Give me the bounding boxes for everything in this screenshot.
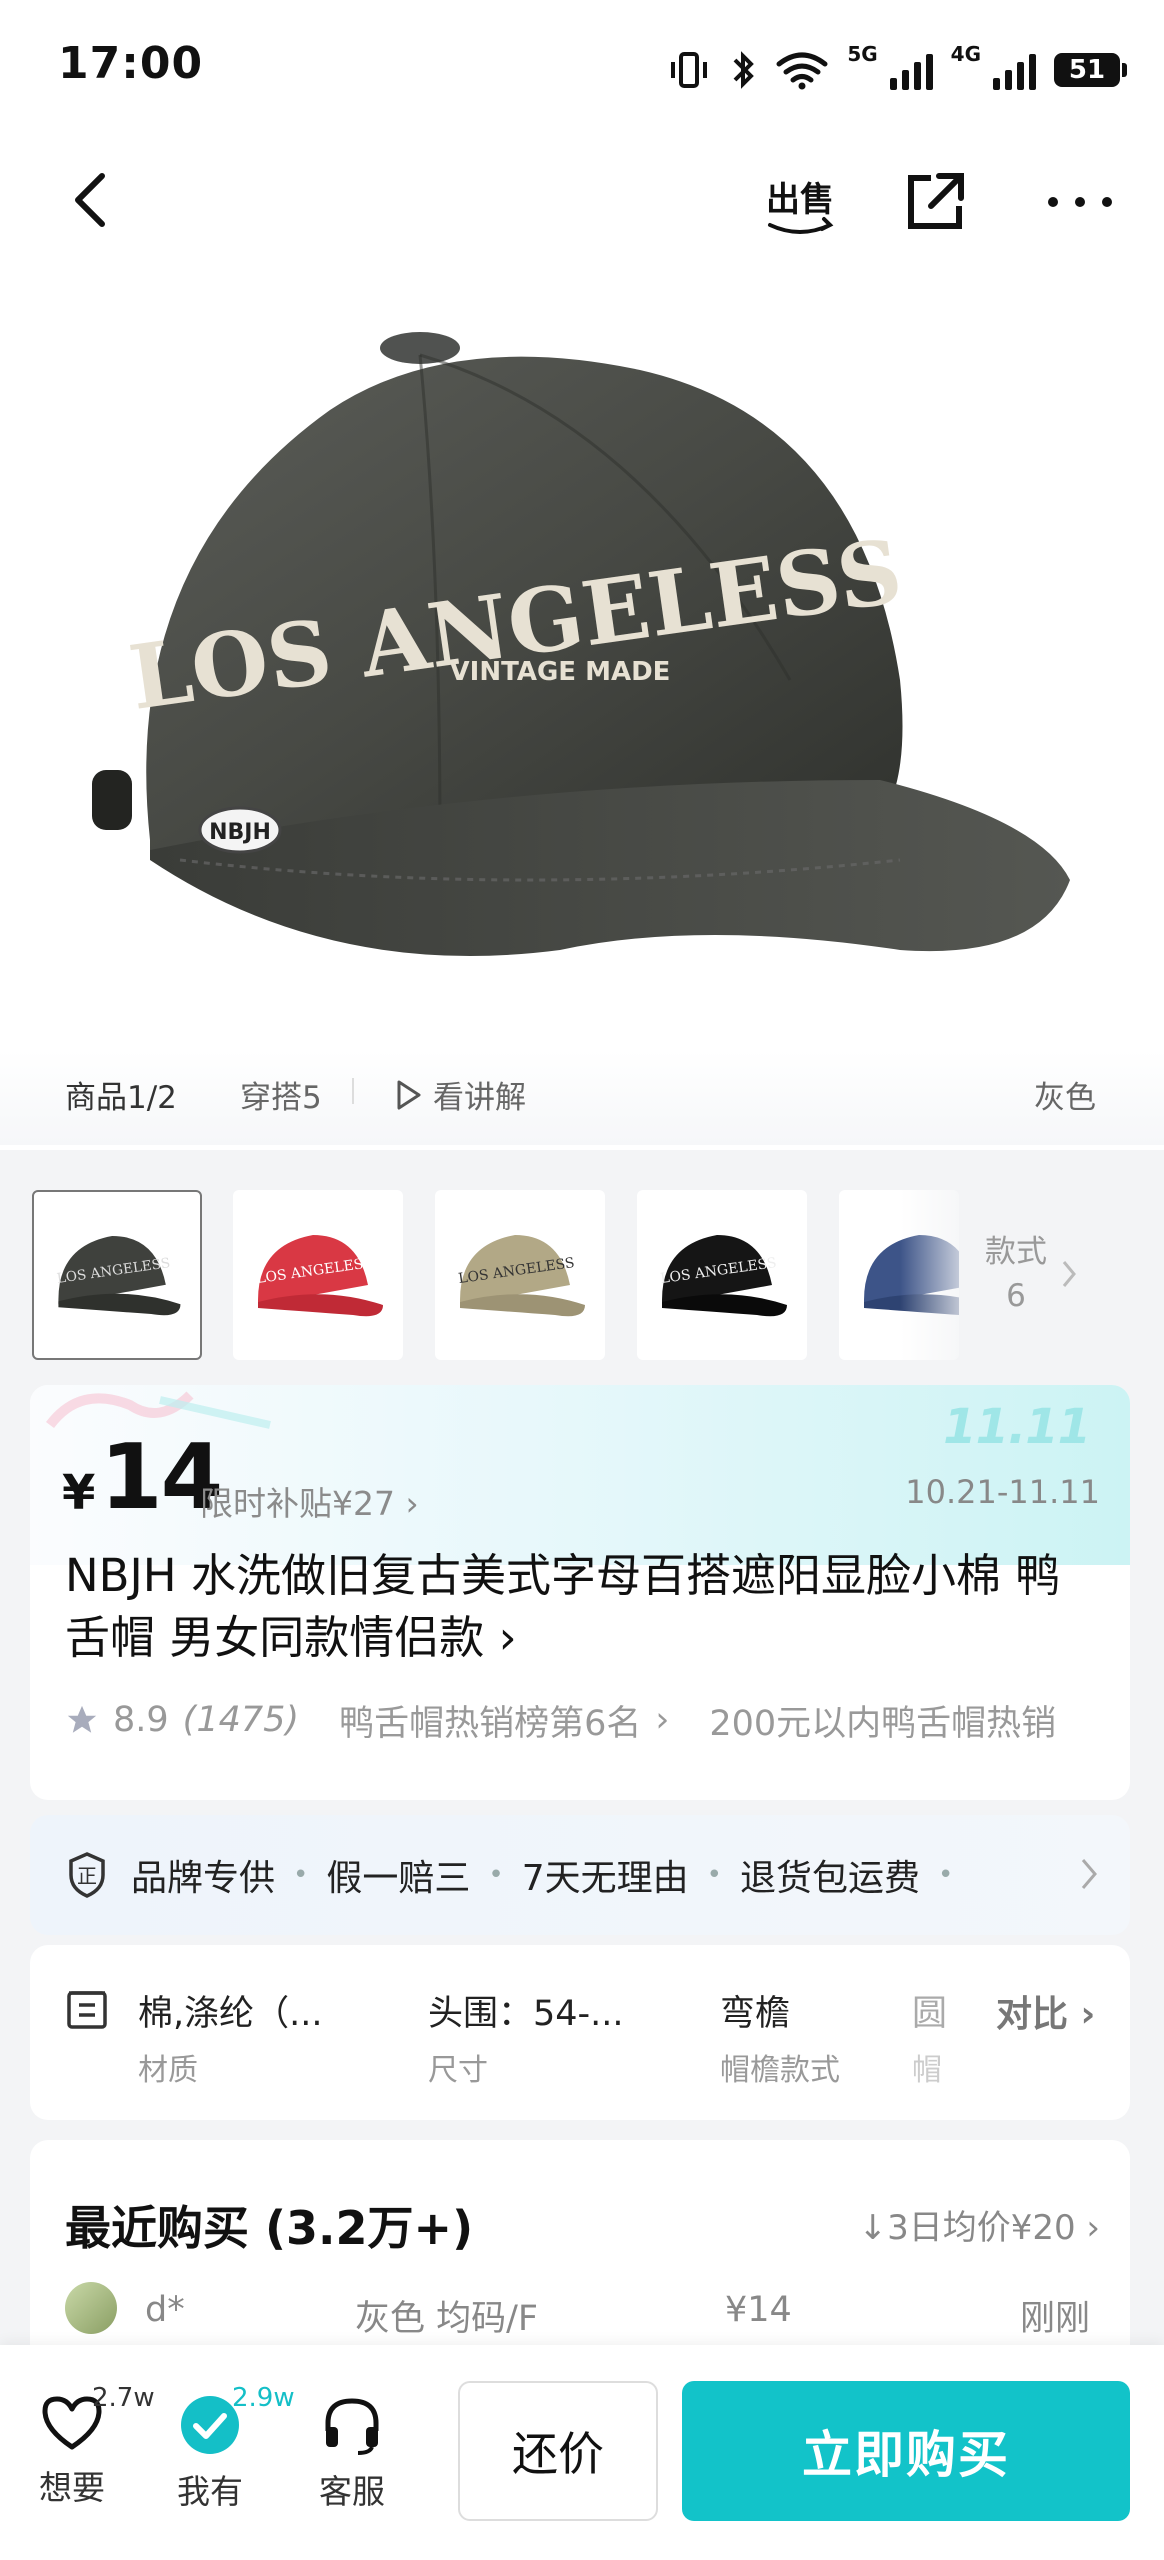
bluetooth-icon bbox=[733, 51, 755, 89]
compare-button[interactable]: 对比 › bbox=[990, 1985, 1096, 2037]
purchase-time: 刚刚 bbox=[1020, 2299, 1091, 2339]
chevron-right-icon bbox=[1081, 1859, 1097, 1889]
want-count: 2.7w bbox=[92, 2383, 155, 2413]
spec-key: 材质 bbox=[138, 2053, 198, 2088]
top-nav: 出售 bbox=[0, 140, 1164, 260]
spec-list-icon bbox=[67, 1991, 107, 2029]
price-card: 11.11 ¥ 14 限时补贴¥27 › 10.21-11.11 NBJH 水洗… bbox=[30, 1385, 1130, 1800]
signal-icon bbox=[889, 50, 933, 90]
rank-badge-1[interactable]: 鸭舌帽热销榜第6名 bbox=[339, 1695, 641, 1745]
status-icons: 5G 4G 51 bbox=[667, 40, 1127, 100]
guarantee-list: 正 品牌专供 • 假一赔三 • 7天无理由 • 退货包运费 • bbox=[65, 1815, 971, 1935]
currency-symbol: ¥ bbox=[62, 1465, 96, 1521]
variant-thumb[interactable]: LOS ANGELESS bbox=[32, 1190, 202, 1360]
recent-title: 最近购买 (3.2万+) bbox=[65, 2201, 474, 2255]
guarantee-item: 品牌专供 bbox=[131, 1858, 276, 1899]
guarantee-bar[interactable]: 正 品牌专供 • 假一赔三 • 7天无理由 • 退货包运费 • bbox=[30, 1815, 1130, 1935]
play-icon bbox=[397, 1080, 421, 1109]
shield-icon: 正 bbox=[69, 1852, 105, 1898]
share-icon bbox=[908, 173, 964, 229]
signal-icon-2 bbox=[993, 50, 1036, 90]
have-label: 我有 bbox=[177, 2472, 243, 2511]
more-styles-count: 6 bbox=[1006, 1278, 1026, 1314]
spec-value: 头围：54-... bbox=[428, 1994, 624, 2034]
more-button[interactable] bbox=[1035, 162, 1125, 242]
headset-icon bbox=[325, 2398, 379, 2455]
avatar bbox=[65, 2282, 117, 2334]
guarantee-item: 退货包运费 bbox=[739, 1858, 920, 1899]
variant-thumb[interactable]: LOS ANGELESS bbox=[435, 1190, 605, 1360]
service-button[interactable]: 客服 bbox=[302, 2393, 402, 2513]
promo-date-range: 10.21-11.11 bbox=[905, 1473, 1100, 1511]
vibrate-icon bbox=[671, 52, 708, 88]
brand-badge: NBJH bbox=[209, 820, 271, 845]
rating-score: 8.9 bbox=[113, 1700, 169, 1740]
bottom-action-bar: 2.7w 想要 2.9w 我有 客服 还价 立即购买 bbox=[0, 2345, 1164, 2560]
variant-thumbnails: LOS ANGELESS LOS ANGELESS LOS ANGELESS L… bbox=[0, 1150, 1164, 1375]
sell-button[interactable]: 出售 bbox=[755, 162, 845, 242]
spec-key: 帽檐款式 bbox=[720, 2053, 840, 2088]
spec-value: 弯檐 bbox=[720, 1994, 791, 2034]
spec-value: 棉,涤纶（... bbox=[138, 1994, 323, 2034]
counter-offer-button[interactable]: 还价 bbox=[458, 2381, 658, 2521]
media-tabs: 商品1/2 穿搭5 看讲解 灰色 bbox=[0, 1050, 1164, 1145]
buy-now-button[interactable]: 立即购买 bbox=[682, 2381, 1130, 2521]
status-bar: 17:00 5G 4G 51 bbox=[0, 0, 1164, 140]
variant-thumb[interactable]: LOS ANGELESS bbox=[233, 1190, 403, 1360]
network-5g: 5G bbox=[847, 42, 878, 66]
want-label: 想要 bbox=[39, 2468, 105, 2507]
avg-price-text: ↓3日均价¥20 bbox=[858, 2208, 1076, 2248]
have-button[interactable]: 2.9w 我有 bbox=[160, 2383, 295, 2513]
divider bbox=[352, 1078, 354, 1104]
network-4g: 4G bbox=[950, 42, 981, 66]
purchase-price: ¥14 bbox=[725, 2290, 792, 2330]
rating-count: (1475) bbox=[182, 1700, 300, 1740]
specs-card[interactable]: 棉,涤纶（... 材质 头围：54-... 尺寸 弯檐 帽檐款式 圆 帽 对比 … bbox=[30, 1945, 1130, 2120]
status-time: 17:00 bbox=[58, 38, 204, 89]
battery-icon: 51 bbox=[1054, 53, 1127, 87]
svg-text:正: 正 bbox=[77, 1864, 97, 1888]
current-color: 灰色 bbox=[1034, 1080, 1096, 1116]
chevron-left-icon bbox=[75, 173, 105, 227]
have-count: 2.9w bbox=[232, 2383, 295, 2413]
avg-price-link[interactable]: ↓3日均价¥20 › bbox=[859, 2200, 1100, 2249]
sell-label: 出售 bbox=[766, 180, 834, 220]
sell-icon: 出售 bbox=[766, 180, 834, 234]
more-styles-label: 款式 bbox=[985, 1234, 1047, 1270]
embroidery-sub: VINTAGE MADE bbox=[450, 657, 671, 687]
tab-explain[interactable]: 看讲解 bbox=[395, 1072, 526, 1117]
rank-badge-2[interactable]: 200元以内鸭舌帽热销 bbox=[709, 1695, 1056, 1745]
more-icon bbox=[1048, 197, 1112, 207]
product-image[interactable]: LOS ANGELESS VINTAGE MADE NBJH bbox=[0, 260, 1164, 1150]
back-button[interactable] bbox=[50, 160, 130, 240]
variant-thumb[interactable]: LOS ANGELESS bbox=[637, 1190, 807, 1360]
share-button[interactable] bbox=[895, 162, 975, 242]
chevron-right-icon bbox=[1062, 1261, 1076, 1287]
tab-product[interactable]: 商品1/2 bbox=[65, 1072, 177, 1117]
star-icon bbox=[67, 1705, 97, 1733]
more-styles-link[interactable]: 款式 6 bbox=[985, 1230, 1125, 1318]
guarantee-item: 假一赔三 bbox=[326, 1858, 471, 1899]
subsidy-link[interactable]: 限时补贴¥27 › bbox=[200, 1477, 419, 1525]
tab-explain-label: 看讲解 bbox=[433, 1080, 526, 1116]
rating-row[interactable]: 8.9 (1475) 鸭舌帽热销榜第6名 › 200元以内鸭舌帽热销 bbox=[65, 1695, 1125, 1745]
fade-overlay bbox=[900, 1190, 980, 1360]
product-title-text: NBJH 水洗做旧复古美式字母百搭遮阳显脸小棉 鸭舌帽 男女同款情侣款 bbox=[65, 1549, 1061, 1664]
want-button[interactable]: 2.7w 想要 bbox=[22, 2383, 155, 2509]
cap-image: LOS ANGELESS VINTAGE MADE NBJH bbox=[92, 332, 1070, 956]
tab-outfit[interactable]: 穿搭5 bbox=[240, 1072, 322, 1117]
spec-key: 尺寸 bbox=[428, 2053, 488, 2088]
compare-label: 对比 bbox=[996, 1994, 1069, 2035]
product-title[interactable]: NBJH 水洗做旧复古美式字母百搭遮阳显脸小棉 鸭舌帽 男女同款情侣款 › bbox=[65, 1545, 1105, 1669]
spec-value: 圆 bbox=[912, 1994, 948, 2034]
wifi-icon bbox=[776, 52, 828, 90]
spec-key: 帽 bbox=[912, 2053, 942, 2088]
guarantee-item: 7天无理由 bbox=[521, 1858, 689, 1899]
festival-badge: 11.11 bbox=[943, 1399, 1091, 1455]
subsidy-text: 限时补贴¥27 bbox=[200, 1484, 395, 1523]
purchase-user: d* bbox=[145, 2290, 185, 2330]
service-label: 客服 bbox=[319, 2472, 385, 2511]
purchase-spec: 灰色 均码/F bbox=[355, 2299, 539, 2339]
